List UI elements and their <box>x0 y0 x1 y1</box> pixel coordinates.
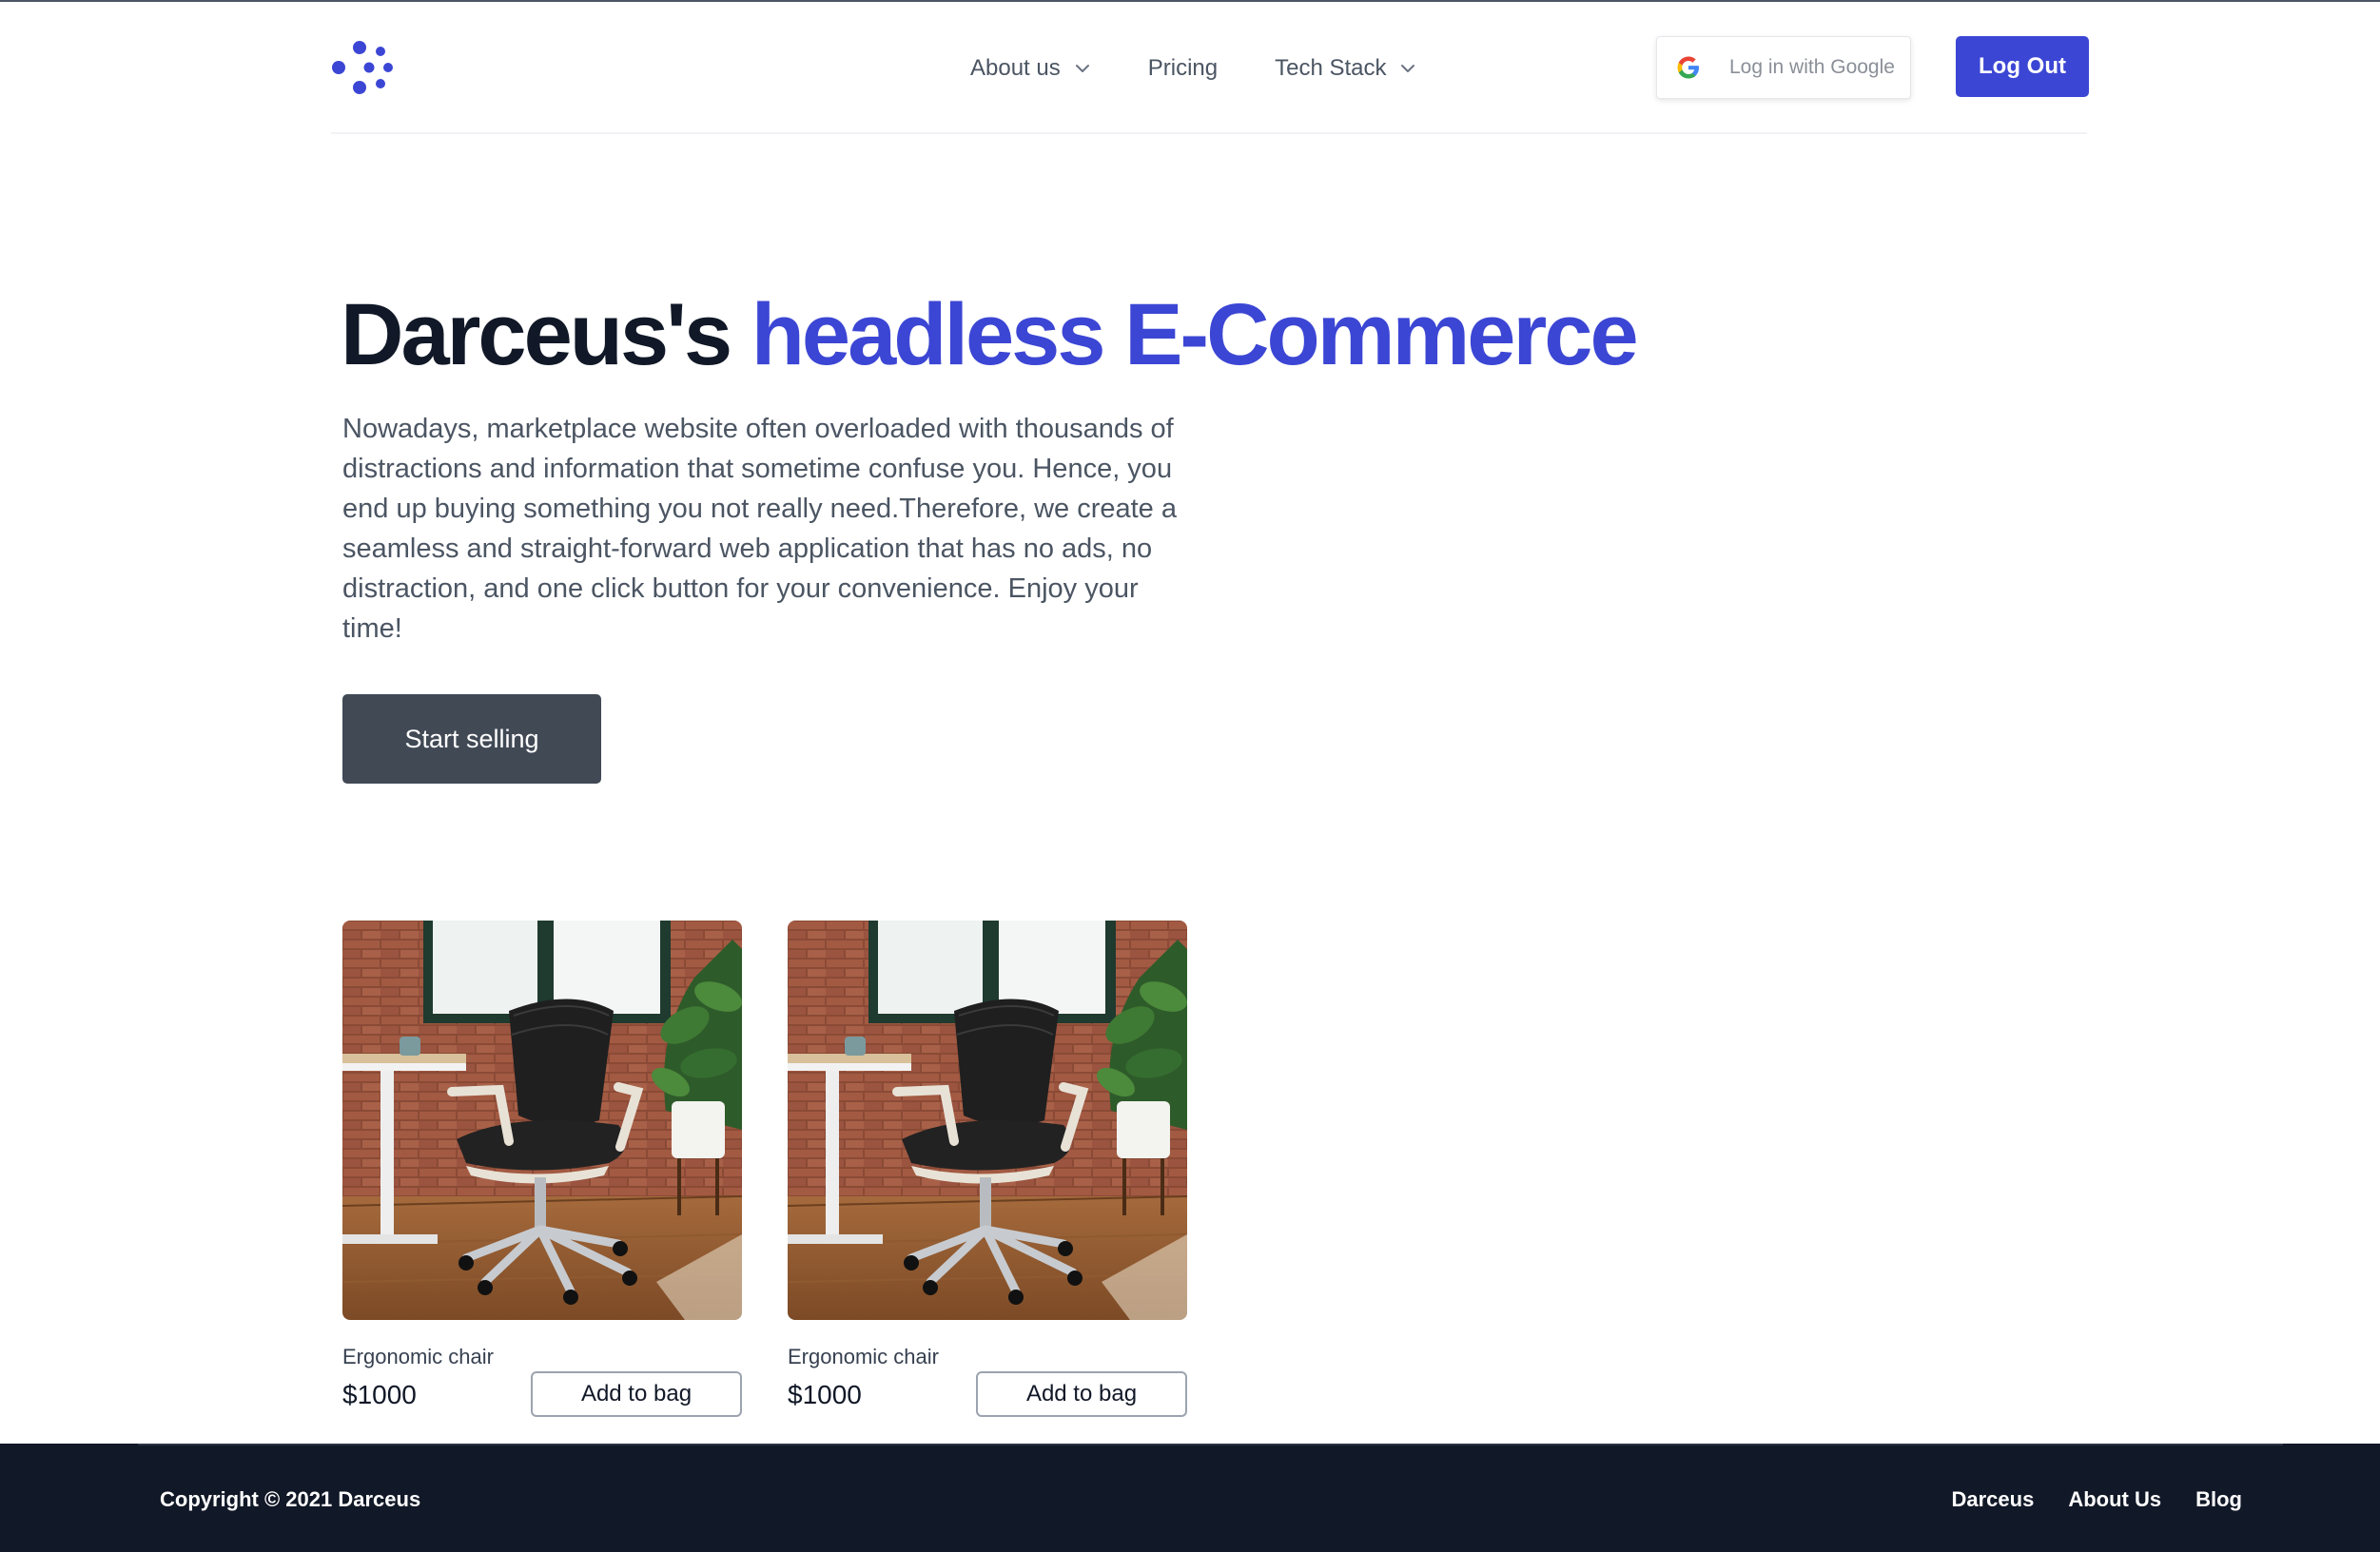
nav-pricing[interactable]: Pricing <box>1148 55 1218 82</box>
start-selling-button[interactable]: Start selling <box>342 694 601 784</box>
google-icon <box>1677 56 1699 79</box>
darceus-logo-icon[interactable] <box>331 40 394 95</box>
google-login-button[interactable]: Log in with Google <box>1656 36 1911 99</box>
nav-tech-stack[interactable]: Tech Stack <box>1275 55 1416 82</box>
add-to-bag-button[interactable]: Add to bag <box>531 1371 742 1417</box>
hero-description: Nowadays, marketplace website often over… <box>342 414 1177 644</box>
chevron-down-icon <box>1075 65 1089 72</box>
nav-tech-stack-label: Tech Stack <box>1275 55 1387 81</box>
main-nav: About us Pricing Tech Stack <box>970 49 1473 87</box>
product-image[interactable] <box>788 921 1187 1320</box>
office-chair-photo <box>788 921 1187 1320</box>
product-name: Ergonomic chair <box>788 1345 939 1368</box>
footer-copyright: Copyright © 2021 Darceus <box>160 1487 421 1511</box>
footer-links: Darceus About Us Blog <box>1918 1487 2243 1512</box>
product-card: Ergonomic chair $1000 Add to bag <box>342 921 742 1420</box>
footer-divider <box>138 1444 2283 1445</box>
footer-link-about-us[interactable]: About Us <box>2068 1487 2161 1512</box>
logout-button[interactable]: Log Out <box>1956 36 2089 97</box>
nav-about-us[interactable]: About us <box>970 55 1091 82</box>
hero-title-plain: Darceus's <box>341 286 732 383</box>
office-chair-photo <box>342 921 742 1320</box>
footer-link-darceus[interactable]: Darceus <box>1952 1487 2035 1512</box>
product-name: Ergonomic chair <box>342 1345 494 1368</box>
nav-pricing-label: Pricing <box>1147 55 1219 81</box>
hero-title-accent: headless E-Commerce <box>751 286 1639 383</box>
product-price: $1000 <box>342 1380 417 1409</box>
add-to-bag-button[interactable]: Add to bag <box>976 1371 1187 1417</box>
google-login-label: Log in with Google <box>1729 56 1895 78</box>
hero-title: Darceus's headless E-Commerce <box>341 285 1639 385</box>
product-price: $1000 <box>788 1380 862 1409</box>
nav-about-us-label: About us <box>970 55 1061 81</box>
product-card: Ergonomic chair $1000 Add to bag <box>788 921 1187 1420</box>
chevron-down-icon <box>1401 65 1415 72</box>
product-image[interactable] <box>342 921 742 1320</box>
footer-link-blog[interactable]: Blog <box>2195 1487 2242 1512</box>
site-header: About us Pricing Tech Stack Log in with … <box>331 2 2089 134</box>
site-footer: Copyright © 2021 Darceus Darceus About U… <box>0 1444 2380 1552</box>
